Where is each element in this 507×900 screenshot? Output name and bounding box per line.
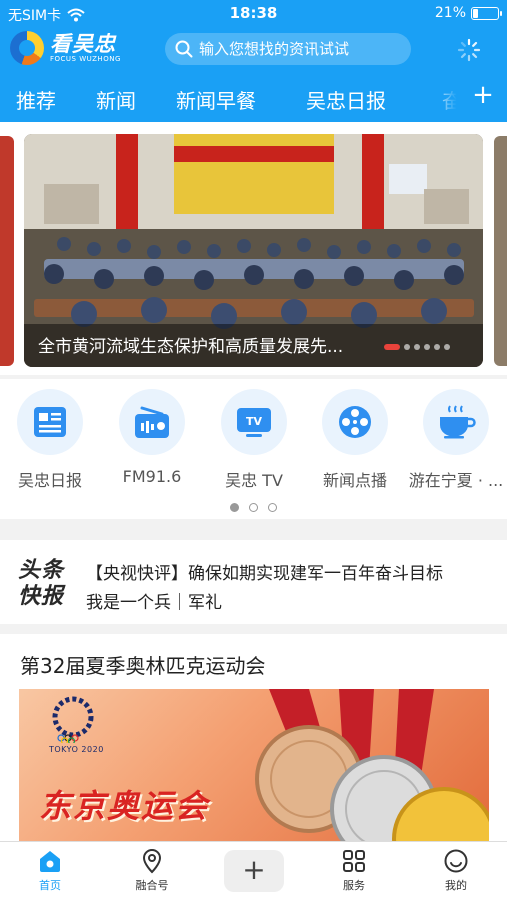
tab-recommend[interactable]: 推荐 <box>16 85 56 114</box>
logo-mark-icon <box>10 31 44 65</box>
category-nav: 推荐 新闻 新闻早餐 吴忠日报 奋 + <box>0 80 507 120</box>
carousel-dot <box>414 344 420 350</box>
newspaper-icon <box>17 389 83 455</box>
headline-badge-line1: 头条 <box>18 558 65 583</box>
search-box[interactable] <box>165 33 411 65</box>
service-fm[interactable]: FM91.6 <box>102 389 202 486</box>
carousel-indicator <box>384 344 450 350</box>
location-pin-icon <box>142 848 162 874</box>
tv-icon: TV <box>221 389 287 455</box>
tokyo-logo-text: TOKYO 2020 <box>49 745 104 754</box>
nav-fade <box>430 80 468 120</box>
carousel-caption: 全市黄河流域生态保护和高质量发展先... <box>38 337 344 357</box>
service-wuzhong-daily[interactable]: 吴忠日报 <box>0 389 100 491</box>
carousel-next-slide[interactable] <box>494 136 507 366</box>
service-label: 吴忠日报 <box>17 471 82 490</box>
banner-headline: 东京奥运会 <box>39 787 210 825</box>
film-reel-icon <box>322 389 388 455</box>
services-page-indicator <box>0 503 507 512</box>
headline-item[interactable]: 我是一个兵｜军礼 <box>86 588 222 613</box>
page-dot[interactable] <box>268 503 277 512</box>
tab-services[interactable]: 服务 <box>324 848 384 893</box>
tab-label: 融合号 <box>135 879 169 892</box>
tokyo-2020-logo-icon <box>52 696 94 743</box>
tab-label: 首页 <box>39 879 61 892</box>
status-right: 21% <box>434 5 502 21</box>
tab-home[interactable]: 首页 <box>20 848 80 893</box>
service-news-vod[interactable]: 新闻点播 <box>305 389 405 491</box>
tab-news[interactable]: 新闻 <box>96 85 136 114</box>
tab-news-breakfast[interactable]: 新闻早餐 <box>176 85 256 114</box>
headline-flash[interactable]: 头条 快报 【央视快评】确保如期实现建军一百年奋斗目标 我是一个兵｜军礼 <box>0 540 507 624</box>
service-label: FM91.6 <box>122 467 182 486</box>
home-icon <box>40 851 60 872</box>
radio-icon <box>119 389 185 455</box>
profile-icon <box>444 849 468 873</box>
olympics-banner[interactable]: TOKYO 2020 东京奥运会 <box>19 689 489 849</box>
grid-icon <box>343 850 365 872</box>
status-time: 18:38 <box>229 4 278 22</box>
logo-subtitle: FOCUS WUZHONG <box>50 54 121 63</box>
tab-wuzhong-daily[interactable]: 吴忠日报 <box>306 85 386 114</box>
carousel-slide[interactable]: 全市黄河流域生态保护和高质量发展先... <box>24 134 483 367</box>
tab-label: 服务 <box>343 879 365 892</box>
page-dot[interactable] <box>249 503 258 512</box>
service-shortcuts: 吴忠日报 FM91.6 TV 吴忠 TV 新闻点播 游在宁夏 · ... <box>0 379 507 519</box>
service-label: 新闻点播 <box>322 471 387 490</box>
logo-title: 看吴忠 <box>50 31 116 56</box>
page-dot[interactable] <box>230 503 239 512</box>
coffee-cup-icon <box>423 389 489 455</box>
publish-add-button[interactable]: + <box>224 850 284 892</box>
battery-percent: 21% <box>434 5 466 21</box>
service-label: 游在宁夏 · ... <box>408 471 504 490</box>
service-travel-ningxia[interactable]: 游在宁夏 · ... <box>406 389 506 491</box>
loading-spinner-icon <box>457 38 481 62</box>
tab-fusion[interactable]: 融合号 <box>122 848 182 893</box>
section-title[interactable]: 第32届夏季奥林匹克运动会 <box>20 650 265 679</box>
carousel-dot <box>434 344 440 350</box>
olympics-section: 第32届夏季奥林匹克运动会 TOKYO 2020 东京奥运会 <box>0 634 507 849</box>
top-bar: 看吴忠 FOCUS WUZHONG <box>0 28 507 72</box>
battery-icon <box>471 6 502 20</box>
logo-text: 看吴忠 FOCUS WUZHONG <box>50 33 121 64</box>
carousel-prev-slide[interactable] <box>0 136 14 366</box>
search-icon <box>175 40 193 58</box>
status-bar: 无SIM卡 18:38 21% <box>0 0 507 28</box>
app-logo[interactable]: 看吴忠 FOCUS WUZHONG <box>10 31 121 65</box>
service-wuzhong-tv[interactable]: TV 吴忠 TV <box>204 389 304 491</box>
tab-mine[interactable]: 我的 <box>426 848 486 893</box>
headline-badge-line2: 快报 <box>18 584 65 609</box>
carousel-dot <box>404 344 410 350</box>
tab-label: 我的 <box>445 879 467 892</box>
headline-item[interactable]: 【央视快评】确保如期实现建军一百年奋斗目标 <box>86 559 443 584</box>
bottom-tab-bar: 首页 融合号 + 服务 我的 <box>0 841 507 900</box>
search-input[interactable] <box>199 40 399 58</box>
headline-badge: 头条 快报 <box>18 558 70 610</box>
carousel-dot <box>424 344 430 350</box>
app-header: 无SIM卡 18:38 21% 看吴忠 FOCUS WUZHONG 输入您想找的… <box>0 0 507 122</box>
add-channel-button[interactable]: + <box>468 80 498 110</box>
service-label: 吴忠 TV <box>225 471 283 490</box>
svg-text:TV: TV <box>246 415 263 428</box>
news-carousel[interactable]: 全市黄河流域生态保护和高质量发展先... <box>0 122 507 375</box>
carousel-dot <box>384 344 400 350</box>
carousel-dot <box>444 344 450 350</box>
